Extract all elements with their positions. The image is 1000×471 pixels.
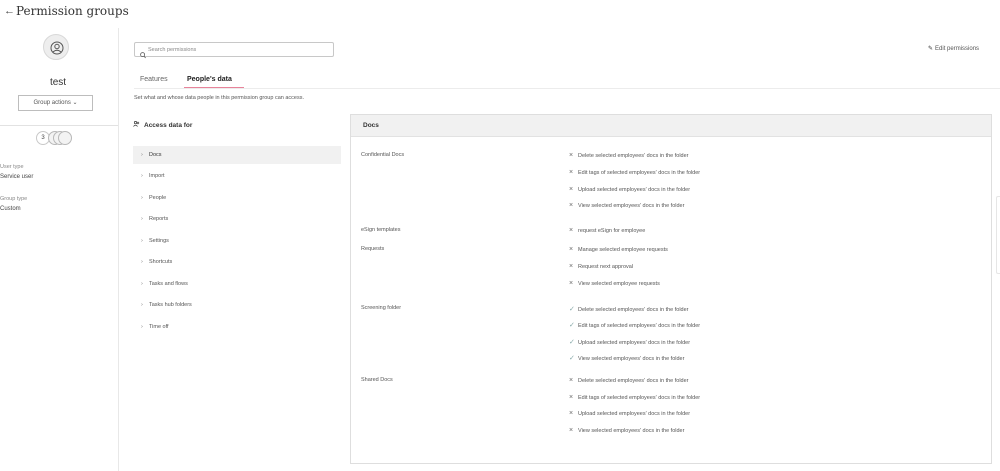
chevron-right-icon: › <box>141 152 143 158</box>
chevron-right-icon: › <box>141 173 143 179</box>
permission-row: × Upload selected employees' docs in the … <box>569 410 691 417</box>
group-type-label: Group type <box>0 196 28 202</box>
users-icon <box>133 121 140 129</box>
x-icon: × <box>569 186 574 193</box>
permission-row: × Upload selected employees' docs in the … <box>569 186 691 193</box>
permission-row: × Manage selected employee requests <box>569 246 668 253</box>
folder-name: Shared Docs <box>361 377 393 383</box>
tab-features[interactable]: Features <box>140 75 168 85</box>
member-avatar <box>58 131 72 145</box>
access-data-title: Access data for <box>144 122 193 129</box>
permission-row: × Edit tags of selected employees' docs i… <box>569 394 701 401</box>
x-icon: × <box>569 152 574 159</box>
folder-name: Requests <box>361 246 385 252</box>
x-icon: × <box>569 427 574 434</box>
category-tasks-and-flows[interactable]: › Tasks and flows <box>133 275 341 293</box>
access-data-heading: Access data for <box>133 121 192 129</box>
check-icon: ✓ <box>569 355 575 362</box>
permission-row: ✓ Edit tags of selected employees' docs i… <box>569 322 701 329</box>
search-input[interactable] <box>148 44 328 55</box>
folder-name: eSign templates <box>361 227 401 233</box>
category-label: Tasks hub folders <box>149 302 192 308</box>
tab-description: Set what and whose data people in this p… <box>134 95 304 101</box>
category-label: Reports <box>149 216 169 222</box>
x-icon: × <box>569 410 574 417</box>
x-icon: × <box>569 394 574 401</box>
x-icon: × <box>569 246 574 253</box>
check-icon: ✓ <box>569 339 575 346</box>
chevron-right-icon: › <box>141 324 143 330</box>
chevron-right-icon: › <box>141 302 143 308</box>
user-type-value: Service user <box>0 174 34 180</box>
chevron-right-icon: › <box>141 259 143 265</box>
edit-permissions-button[interactable]: ✎ Edit permissions <box>928 44 979 54</box>
chevron-right-icon: › <box>141 216 143 222</box>
category-tasks-hub-folders[interactable]: › Tasks hub folders <box>133 296 341 314</box>
permission-row: × Delete selected employees' docs in the … <box>569 377 689 384</box>
category-label: Shortcuts <box>149 259 173 265</box>
category-settings[interactable]: › Settings <box>133 232 341 250</box>
category-people[interactable]: › People <box>133 189 341 207</box>
top-bar: ← Permission groups <box>0 0 1000 24</box>
x-icon: × <box>569 169 574 176</box>
edit-permissions-label: Edit permissions <box>935 46 980 52</box>
tab-peoples-data[interactable]: People's data <box>187 75 232 85</box>
page-title: Permission groups <box>16 4 129 18</box>
chevron-right-icon: › <box>141 281 143 287</box>
category-label: People <box>149 195 167 201</box>
category-label: Tasks and flows <box>149 281 188 287</box>
group-actions-label: Group actions <box>33 100 71 106</box>
chevron-right-icon: › <box>141 195 143 201</box>
search-icon <box>140 46 146 64</box>
permission-row: × request eSign for employee <box>569 227 646 234</box>
group-actions-dropdown[interactable]: Group actions ⌄ <box>18 95 93 111</box>
category-time-off[interactable]: › Time off <box>133 318 341 336</box>
permission-row: × Delete selected employees' docs in the … <box>569 152 689 159</box>
x-icon: × <box>569 263 574 270</box>
member-avatars[interactable]: 3 <box>36 130 86 146</box>
group-type-value: Custom <box>0 206 21 212</box>
x-icon: × <box>569 227 574 234</box>
permission-row: ✓ Upload selected employees' docs in the … <box>569 339 691 346</box>
category-label: Import <box>149 173 165 179</box>
category-label: Docs <box>149 152 162 158</box>
category-label: Settings <box>149 238 169 244</box>
category-shortcuts[interactable]: › Shortcuts <box>133 253 341 271</box>
panel-header: Docs <box>351 115 991 137</box>
user-type-label: User type <box>0 164 24 170</box>
group-avatar-icon <box>43 34 69 60</box>
chevron-down-icon: ⌄ <box>72 100 78 106</box>
permission-row: ✓ Delete selected employees' docs in the … <box>569 306 689 313</box>
group-name: test <box>49 77 67 88</box>
side-panel-handle[interactable] <box>996 196 1000 274</box>
folder-name: Screening folder <box>361 305 402 311</box>
folder-name: Confidential Docs <box>361 152 405 158</box>
search-box[interactable] <box>134 42 334 59</box>
pencil-icon: ✎ <box>928 46 934 52</box>
permission-row: × View selected employees' docs in the fo… <box>569 427 685 434</box>
category-label: Time off <box>149 324 169 330</box>
category-reports[interactable]: › Reports <box>133 210 341 228</box>
permission-row: × Request next approval <box>569 263 634 270</box>
permission-row: × View selected employee requests <box>569 280 660 287</box>
sidebar-divider <box>0 125 118 126</box>
category-docs[interactable]: › Docs <box>133 146 341 164</box>
permission-row: × Edit tags of selected employees' docs i… <box>569 169 701 176</box>
panel-title: Docs <box>363 122 379 129</box>
sidebar-border <box>118 28 119 471</box>
check-icon: ✓ <box>569 322 575 329</box>
category-import[interactable]: › Import <box>133 167 341 185</box>
chevron-right-icon: › <box>141 238 143 244</box>
arrow-left-icon[interactable]: ← <box>4 4 15 18</box>
x-icon: × <box>569 280 574 287</box>
tabs-divider <box>134 88 1000 89</box>
permission-row: × View selected employees' docs in the fo… <box>569 202 685 209</box>
check-icon: ✓ <box>569 306 575 313</box>
x-icon: × <box>569 202 574 209</box>
permission-row: ✓ View selected employees' docs in the fo… <box>569 355 685 362</box>
x-icon: × <box>569 377 574 384</box>
